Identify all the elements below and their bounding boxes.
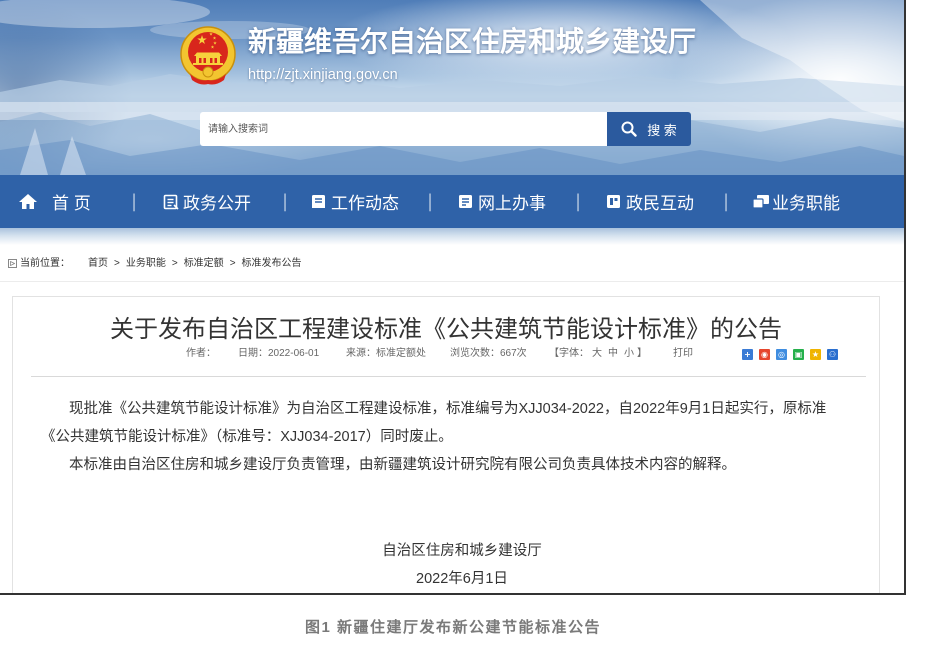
font-size-small-link[interactable]: 小 (624, 348, 634, 359)
meta-views: 浏览次数：667次 (450, 348, 527, 359)
nav-item-label: 工作动态 (331, 194, 399, 213)
share-tencent-weibo-icon[interactable]: ◎ (776, 349, 787, 360)
breadcrumb-business-link[interactable]: 业务职能 (126, 258, 166, 269)
breadcrumb-divider (0, 281, 904, 282)
paragraph-line: 现批准《公共建筑节能设计标准》为自治区工程建设标准，标准编号为XJJ034-20… (69, 401, 827, 417)
interaction-icon (606, 194, 621, 209)
nav-item-online-services[interactable]: 网上办事 (458, 175, 546, 228)
national-emblem-icon (180, 26, 236, 85)
print-link[interactable]: 打印 (673, 347, 693, 361)
service-icon (458, 194, 473, 209)
article-meta: 作者： 日期：2022-06-01 来源：标准定额处 浏览次数：667次 【字体… (13, 347, 879, 361)
breadcrumb: 当前位置： 首页 > 业务职能 > 标准定额 > 标准发布公告 (0, 257, 904, 271)
main-nav: 首 页 | 政务公开 | 工作动态 | 网上办事 | 政民互动 | 业务职能 (0, 175, 904, 228)
news-icon (311, 194, 326, 209)
signature-date: 2022年6月1日 (416, 571, 508, 587)
font-size-suffix: 】 (637, 348, 647, 359)
nav-item-home[interactable]: 首 页 (18, 175, 91, 228)
nav-item-work-news[interactable]: 工作动态 (311, 175, 399, 228)
figure-caption: 图1 新疆住建厅发布新公建节能标准公告 (304, 619, 601, 636)
breadcrumb-current-link[interactable]: 标准发布公告 (242, 258, 302, 269)
share-more-icon[interactable]: + (742, 349, 753, 360)
nav-item-government-affairs[interactable]: 政务公开 (163, 175, 251, 228)
font-size-medium-link[interactable]: 中 (608, 348, 618, 359)
share-renren-icon[interactable]: ⚇ (827, 349, 838, 360)
article-signature: 自治区住房和城乡建设厅 2022年6月1日 (13, 537, 879, 593)
document-icon (163, 194, 179, 210)
breadcrumb-trail: 首页 > 业务职能 > 标准定额 > 标准发布公告 (88, 257, 302, 271)
nav-separator: | (282, 191, 289, 212)
site-title: 新疆维吾尔自治区住房和城乡建设厅 (248, 26, 697, 57)
meta-author: 作者： (186, 348, 216, 359)
nav-item-label: 首 页 (52, 194, 91, 213)
breadcrumb-home-link[interactable]: 首页 (88, 258, 108, 269)
font-size-large-link[interactable]: 大 (592, 348, 602, 359)
function-icon (752, 194, 770, 209)
article-panel: 关于发布自治区工程建设标准《公共建筑节能设计标准》的公告 作者： 日期：2022… (12, 296, 880, 593)
font-size-switcher: 【字体：大中小】 (549, 347, 647, 361)
nav-item-public-interaction[interactable]: 政民互动 (606, 175, 694, 228)
search-icon (621, 121, 637, 137)
paragraph-line: 本标准由自治区住房和城乡建设厅负责管理，由新疆建筑设计研究院有限公司负责具体技术… (69, 457, 736, 473)
location-icon (8, 259, 17, 268)
article-divider (31, 376, 866, 377)
home-icon (18, 193, 38, 210)
search-input[interactable] (200, 112, 607, 146)
breadcrumb-separator: > (229, 258, 236, 269)
nav-item-label: 政民互动 (626, 194, 694, 213)
screenshot-frame: 新疆维吾尔自治区住房和城乡建设厅 http://zjt.xinjiang.gov… (0, 0, 906, 595)
article-title: 关于发布自治区工程建设标准《公共建筑节能设计标准》的公告 (110, 316, 782, 343)
nav-separator: | (427, 191, 434, 212)
search-button[interactable]: 搜 索 (607, 112, 691, 146)
paragraph-line: 《公共建筑节能设计标准》（标准号：XJJ034-2017）同时废止。 (41, 429, 453, 445)
breadcrumb-quota-link[interactable]: 标准定额 (184, 258, 224, 269)
site-banner: 新疆维吾尔自治区住房和城乡建设厅 http://zjt.xinjiang.gov… (0, 0, 904, 175)
search-button-label: 搜 索 (647, 122, 677, 138)
breadcrumb-label: 当前位置： (20, 258, 70, 269)
nav-item-label: 业务职能 (772, 194, 840, 213)
meta-date: 日期：2022-06-01 (238, 348, 320, 359)
nav-item-label: 网上办事 (478, 194, 546, 213)
share-weibo-icon[interactable]: ◉ (759, 349, 770, 360)
article-body: 现批准《公共建筑节能设计标准》为自治区工程建设标准，标准编号为XJJ034-20… (41, 395, 871, 479)
nav-bottom-strip (0, 228, 904, 245)
meta-source: 来源：标准定额处 (346, 348, 426, 359)
nav-separator: | (575, 191, 582, 212)
breadcrumb-separator: > (171, 258, 178, 269)
nav-separator: | (131, 191, 138, 212)
nav-separator: | (723, 191, 730, 212)
share-wechat-icon[interactable]: ▣ (793, 349, 804, 360)
font-size-prefix: 【字体： (549, 348, 589, 359)
site-url: http://zjt.xinjiang.gov.cn (248, 67, 398, 83)
signature-organization: 自治区住房和城乡建设厅 (382, 543, 542, 559)
breadcrumb-separator: > (114, 258, 120, 269)
nav-item-label: 政务公开 (183, 194, 251, 213)
nav-item-business-functions[interactable]: 业务职能 (752, 175, 840, 228)
share-qzone-icon[interactable]: ★ (810, 349, 821, 360)
